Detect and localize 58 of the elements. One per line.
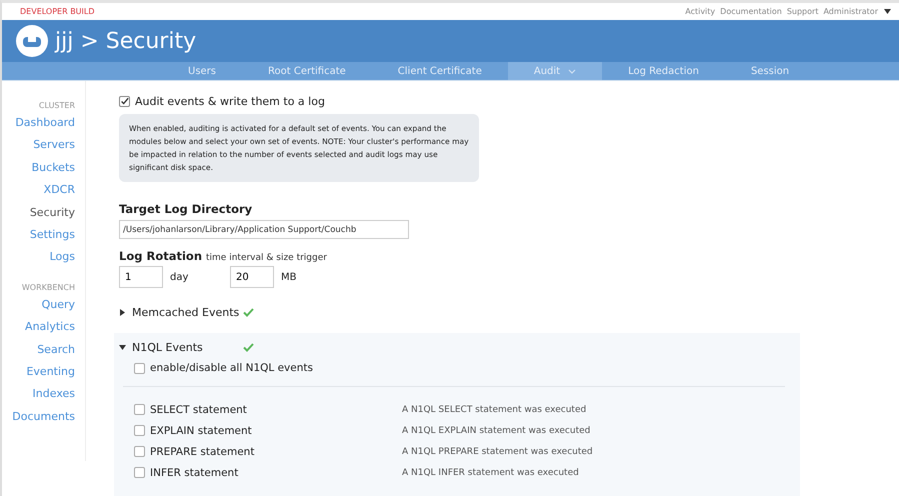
nav-tab[interactable]: Session — [724, 62, 816, 80]
checkbox[interactable] — [134, 446, 145, 457]
checkbox-label: enable/disable all N1QL events — [150, 362, 313, 374]
sidebar-item[interactable]: Dashboard — [15, 112, 75, 134]
event-description: A N1QL EXPLAIN statement was executed — [402, 426, 590, 436]
sidebar-item[interactable]: Search — [37, 338, 75, 362]
event-name: SELECT statement — [150, 404, 247, 416]
header-link[interactable]: Activity — [685, 7, 716, 16]
event-name: PREPARE statement — [150, 446, 254, 458]
sidebar-item[interactable]: Buckets — [32, 156, 75, 180]
module-title[interactable]: Memcached Events — [132, 306, 237, 319]
sidebar-item[interactable]: Settings — [30, 224, 75, 246]
sidebar-item[interactable]: Analytics — [25, 316, 75, 339]
nav-tab[interactable]: Audit — [508, 62, 602, 80]
field-label: Target Log Directory — [119, 202, 254, 216]
header-link[interactable]: Administrator — [823, 7, 878, 16]
sidebar-heading: WORKBENCH — [22, 282, 75, 292]
nav-tab[interactable]: Root Certificate — [242, 62, 372, 80]
sidebar-item[interactable]: XDCR — [44, 179, 75, 202]
chevron-icon[interactable] — [568, 68, 576, 74]
event-name: EXPLAIN statement — [150, 424, 252, 436]
nav-tab[interactable]: Users — [162, 62, 242, 80]
header-link[interactable]: Documentation — [720, 7, 782, 16]
checkbox[interactable] — [134, 362, 145, 374]
event-description: A N1QL SELECT statement was executed — [402, 404, 586, 414]
field-label: Log Rotation — [119, 249, 202, 263]
module-title[interactable]: N1QL Events — [132, 341, 237, 354]
checkbox-label: Audit events & write them to a log — [135, 95, 325, 108]
page-title: jjj > Security — [55, 28, 196, 54]
interval-field[interactable]: 1 — [119, 266, 163, 288]
checkbox[interactable] — [119, 96, 130, 107]
caret-icon[interactable] — [884, 9, 891, 14]
developer-build-label: DEVELOPER BUILD — [20, 7, 95, 16]
event-description: A N1QL INFER statement was executed — [402, 468, 579, 478]
checkbox[interactable] — [134, 404, 145, 415]
logo-icon — [16, 25, 48, 57]
sidebar-item[interactable]: Query — [42, 294, 75, 316]
sidebar-item[interactable]: Indexes — [32, 383, 75, 406]
sidebar-item[interactable]: Servers — [33, 134, 75, 157]
unit-label: MB — [281, 272, 298, 282]
sidebar-heading: CLUSTER — [38, 101, 75, 110]
header-link[interactable]: Support — [786, 7, 818, 16]
sidebar-item[interactable]: Logs — [50, 246, 75, 269]
directory-field[interactable]: /Users/johanlarson/Library/Application Support/Couchb — [119, 220, 409, 239]
size-field[interactable]: 20 — [230, 266, 274, 288]
expand-icon[interactable] — [119, 309, 126, 316]
nav-tab[interactable]: Log Redaction — [602, 62, 725, 80]
sidebar-item[interactable]: Security — [30, 202, 75, 224]
checkbox[interactable] — [134, 425, 145, 436]
sidebar-item[interactable]: Documents — [12, 406, 75, 428]
nav-tab[interactable]: Client Certificate — [372, 62, 508, 80]
event-name: INFER statement — [150, 466, 238, 478]
event-description: A N1QL PREPARE statement was executed — [402, 446, 593, 456]
collapse-icon[interactable] — [119, 344, 126, 351]
sidebar-item[interactable]: Eventing — [26, 361, 75, 384]
unit-label: day — [170, 272, 190, 282]
field-hint: time interval & size trigger — [206, 253, 327, 263]
checkbox[interactable] — [134, 467, 145, 478]
